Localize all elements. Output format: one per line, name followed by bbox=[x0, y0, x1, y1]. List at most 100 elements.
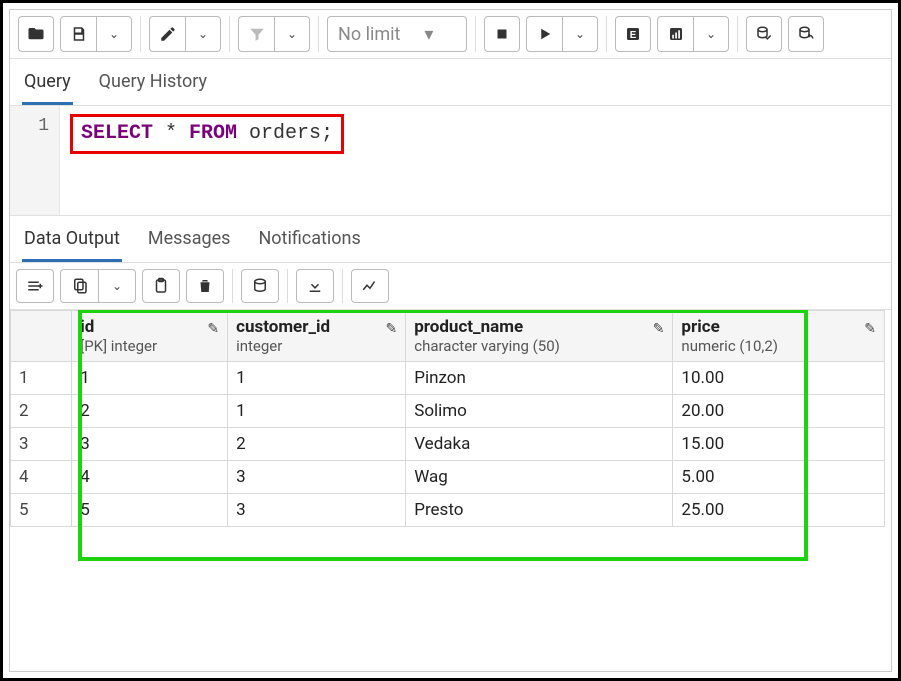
line-number: 1 bbox=[10, 116, 49, 136]
cell-customer-id[interactable]: 2 bbox=[228, 428, 406, 461]
col-name: customer_id bbox=[236, 317, 330, 337]
tab-data-output[interactable]: Data Output bbox=[22, 224, 122, 262]
pencil-icon[interactable]: ✎ bbox=[653, 317, 665, 337]
tab-messages[interactable]: Messages bbox=[146, 224, 233, 262]
kw-from: FROM bbox=[189, 122, 237, 145]
tab-query-history[interactable]: Query History bbox=[97, 67, 209, 105]
toolbar-separator bbox=[475, 16, 476, 52]
save-button[interactable] bbox=[60, 16, 96, 52]
column-header-product-name[interactable]: product_name character varying (50) ✎ bbox=[406, 311, 673, 362]
row-limit-dropdown[interactable]: No limit ▾ bbox=[327, 16, 467, 52]
row-number: 5 bbox=[11, 494, 72, 527]
cell-customer-id[interactable]: 1 bbox=[228, 395, 406, 428]
filter-menu-button[interactable]: ⌄ bbox=[274, 16, 310, 52]
pencil-icon[interactable]: ✎ bbox=[385, 317, 397, 337]
add-row-button[interactable] bbox=[16, 269, 54, 303]
save-menu-button[interactable]: ⌄ bbox=[96, 16, 132, 52]
col-name: id bbox=[80, 317, 157, 337]
table-row[interactable]: 2 2 1 Solimo 20.00 bbox=[11, 395, 885, 428]
editor-body[interactable]: SELECT * FROM orders; bbox=[60, 106, 354, 215]
chevron-down-icon: ⌄ bbox=[198, 27, 208, 41]
chevron-down-icon: ⌄ bbox=[706, 27, 716, 41]
column-header-price[interactable]: price numeric (10,2) ✎ bbox=[673, 311, 885, 362]
folder-icon bbox=[27, 25, 45, 43]
table-row[interactable]: 3 3 2 Vedaka 15.00 bbox=[11, 428, 885, 461]
explain-icon: E bbox=[624, 25, 642, 43]
cell-price[interactable]: 20.00 bbox=[673, 395, 885, 428]
cell-customer-id[interactable]: 3 bbox=[228, 494, 406, 527]
download-icon bbox=[306, 277, 324, 295]
execute-button[interactable] bbox=[526, 16, 562, 52]
kw-select: SELECT bbox=[81, 122, 153, 145]
toolbar-separator bbox=[232, 269, 233, 303]
cell-product-name[interactable]: Vedaka bbox=[406, 428, 673, 461]
stop-button[interactable] bbox=[484, 16, 520, 52]
explain-analyze-menu-button[interactable]: ⌄ bbox=[693, 16, 729, 52]
rows-plus-icon bbox=[26, 277, 44, 295]
pencil-icon[interactable]: ✎ bbox=[207, 317, 219, 337]
col-type: character varying (50) bbox=[414, 337, 560, 355]
cell-id[interactable]: 2 bbox=[72, 395, 228, 428]
table-row[interactable]: 4 4 3 Wag 5.00 bbox=[11, 461, 885, 494]
execute-menu-button[interactable]: ⌄ bbox=[562, 16, 598, 52]
edit-button[interactable] bbox=[149, 16, 185, 52]
open-file-button[interactable] bbox=[18, 16, 54, 52]
output-toolbar: ⌄ bbox=[10, 263, 891, 310]
editor-gutter: 1 bbox=[10, 106, 60, 215]
sql-table: orders bbox=[237, 122, 321, 145]
download-button[interactable] bbox=[296, 269, 334, 303]
cell-product-name[interactable]: Wag bbox=[406, 461, 673, 494]
chevron-down-icon: ⌄ bbox=[112, 279, 122, 293]
toolbar-separator bbox=[737, 16, 738, 52]
cell-product-name[interactable]: Presto bbox=[406, 494, 673, 527]
cell-product-name[interactable]: Pinzon bbox=[406, 362, 673, 395]
edit-menu-button[interactable]: ⌄ bbox=[185, 16, 221, 52]
copy-menu-button[interactable]: ⌄ bbox=[98, 269, 136, 303]
cell-price[interactable]: 5.00 bbox=[673, 461, 885, 494]
sql-star: * bbox=[153, 122, 189, 145]
tab-query[interactable]: Query bbox=[22, 67, 73, 105]
cell-price[interactable]: 15.00 bbox=[673, 428, 885, 461]
sql-editor[interactable]: 1 SELECT * FROM orders; bbox=[10, 106, 891, 216]
funnel-icon bbox=[248, 25, 266, 43]
explain-analyze-button[interactable] bbox=[657, 16, 693, 52]
toolbar-separator bbox=[287, 269, 288, 303]
trash-icon bbox=[196, 277, 214, 295]
delete-row-button[interactable] bbox=[186, 269, 224, 303]
col-type: [PK] integer bbox=[80, 337, 157, 355]
col-name: product_name bbox=[414, 317, 560, 337]
pencil-icon[interactable]: ✎ bbox=[864, 317, 876, 337]
row-number: 1 bbox=[11, 362, 72, 395]
toolbar-separator bbox=[229, 16, 230, 52]
table-row[interactable]: 5 5 3 Presto 25.00 bbox=[11, 494, 885, 527]
results-grid[interactable]: id [PK] integer ✎ customer_id integer bbox=[10, 310, 885, 527]
cell-id[interactable]: 3 bbox=[72, 428, 228, 461]
column-header-id[interactable]: id [PK] integer ✎ bbox=[72, 311, 228, 362]
play-icon bbox=[536, 25, 554, 43]
stop-icon bbox=[493, 25, 511, 43]
cell-id[interactable]: 1 bbox=[72, 362, 228, 395]
cell-id[interactable]: 5 bbox=[72, 494, 228, 527]
save-data-button[interactable] bbox=[241, 269, 279, 303]
explain-button[interactable]: E bbox=[615, 16, 651, 52]
rollback-button[interactable] bbox=[788, 16, 824, 52]
table-row[interactable]: 1 1 1 Pinzon 10.00 bbox=[11, 362, 885, 395]
column-header-customer-id[interactable]: customer_id integer ✎ bbox=[228, 311, 406, 362]
db-undo-icon bbox=[797, 25, 815, 43]
copy-icon bbox=[71, 277, 89, 295]
tab-notifications[interactable]: Notifications bbox=[256, 224, 362, 262]
cell-price[interactable]: 25.00 bbox=[673, 494, 885, 527]
filter-button[interactable] bbox=[238, 16, 274, 52]
cell-product-name[interactable]: Solimo bbox=[406, 395, 673, 428]
cell-id[interactable]: 4 bbox=[72, 461, 228, 494]
cell-price[interactable]: 10.00 bbox=[673, 362, 885, 395]
cell-customer-id[interactable]: 3 bbox=[228, 461, 406, 494]
commit-button[interactable] bbox=[746, 16, 782, 52]
copy-button[interactable] bbox=[60, 269, 98, 303]
save-icon bbox=[70, 25, 88, 43]
graph-visualizer-button[interactable] bbox=[351, 269, 389, 303]
svg-text:E: E bbox=[630, 30, 637, 41]
source-tabs: Query Query History bbox=[10, 59, 891, 106]
cell-customer-id[interactable]: 1 bbox=[228, 362, 406, 395]
paste-button[interactable] bbox=[142, 269, 180, 303]
